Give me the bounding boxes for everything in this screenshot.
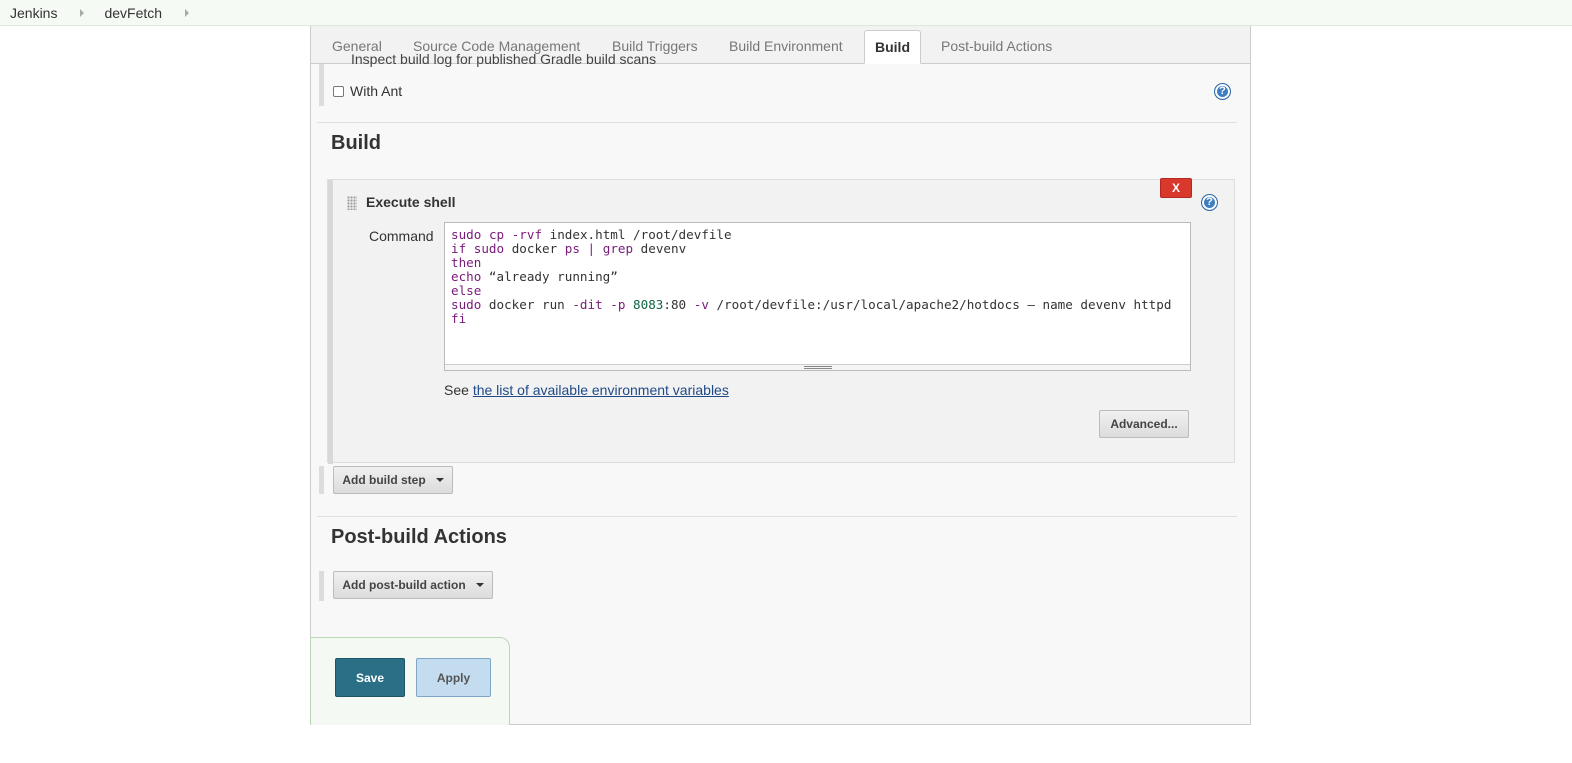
apply-button[interactable]: Apply xyxy=(416,658,491,697)
save-button[interactable]: Save xyxy=(335,658,405,697)
advanced-button[interactable]: Advanced... xyxy=(1099,410,1189,438)
step-title: Execute shell xyxy=(366,194,456,210)
section-left-bar xyxy=(319,571,324,601)
section-left-bar xyxy=(319,64,324,106)
command-textarea[interactable]: sudo cp -rvf index.html /root/devfile if… xyxy=(444,222,1191,371)
chevron-right-icon[interactable] xyxy=(185,8,190,17)
with-ant-checkbox[interactable] xyxy=(333,85,344,97)
tab-build-triggers[interactable]: Build Triggers xyxy=(612,38,698,54)
command-label: Command xyxy=(369,228,434,244)
env-variables-line: See the list of available environment va… xyxy=(444,382,729,398)
tab-build[interactable]: Build xyxy=(864,30,921,64)
resize-grip-icon[interactable] xyxy=(804,366,832,369)
help-icon[interactable]: ? xyxy=(1201,194,1218,211)
chevron-down-icon xyxy=(435,478,444,482)
build-section-title: Build xyxy=(331,132,381,154)
add-build-step-button[interactable]: Add build step xyxy=(333,466,453,494)
add-post-build-action-label: Add post-build action xyxy=(342,578,466,592)
delete-step-button[interactable]: X xyxy=(1160,178,1192,198)
gradle-scan-option-label: Inspect build log for published Gradle b… xyxy=(351,54,657,67)
with-ant-row: With Ant xyxy=(333,83,402,99)
drag-handle-icon[interactable] xyxy=(347,196,357,210)
post-build-section-title: Post-build Actions xyxy=(331,526,507,548)
gradle-scan-option-partial: Inspect build log for published Gradle b… xyxy=(351,54,656,67)
add-build-step-label: Add build step xyxy=(342,473,426,487)
tab-build-environment[interactable]: Build Environment xyxy=(729,38,843,54)
config-panel: General Source Code Management Build Tri… xyxy=(310,26,1251,725)
chevron-right-icon[interactable] xyxy=(80,8,85,17)
breadcrumb-item-devfetch[interactable]: devFetch xyxy=(104,5,162,21)
breadcrumb-item-jenkins[interactable]: Jenkins xyxy=(0,5,57,21)
form-action-bar: Save Apply xyxy=(310,637,510,725)
env-variables-link[interactable]: the list of available environment variab… xyxy=(473,382,729,398)
help-icon[interactable]: ? xyxy=(1214,83,1231,100)
breadcrumb: Jenkins devFetch xyxy=(0,0,1572,26)
command-code[interactable]: sudo cp -rvf index.html /root/devfile if… xyxy=(451,228,1171,326)
execute-shell-step: Execute shell X ? Command sudo cp -rvf i… xyxy=(327,178,1235,464)
tab-source-code-management[interactable]: Source Code Management xyxy=(413,38,580,54)
with-ant-label: With Ant xyxy=(350,83,403,99)
env-variables-prefix: See xyxy=(444,382,473,398)
tab-general[interactable]: General xyxy=(332,38,382,54)
textarea-resize-handle[interactable] xyxy=(445,364,1190,370)
step-left-bar xyxy=(328,180,333,464)
section-divider xyxy=(317,516,1237,517)
section-left-bar xyxy=(319,466,324,494)
section-divider xyxy=(317,122,1237,123)
add-post-build-action-button[interactable]: Add post-build action xyxy=(333,571,493,599)
tab-post-build-actions[interactable]: Post-build Actions xyxy=(941,38,1052,54)
chevron-down-icon xyxy=(475,583,484,587)
